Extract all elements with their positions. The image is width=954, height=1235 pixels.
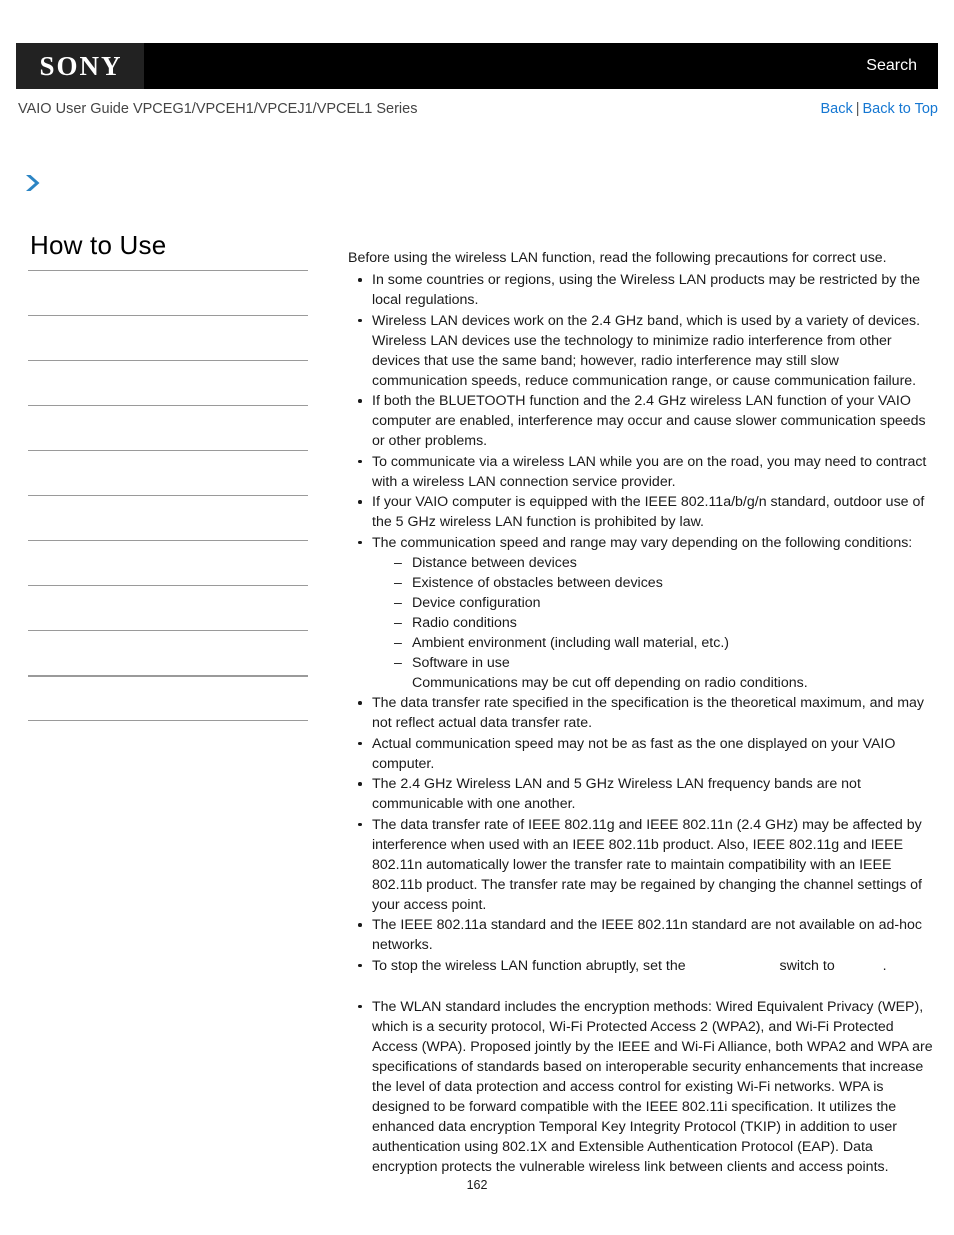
list-item: In some countries or regions, using the …: [348, 270, 934, 310]
sidebar-item-6[interactable]: [28, 495, 308, 540]
main-content: Before using the wireless LAN function, …: [348, 248, 934, 1177]
sublist-item: Device configuration: [394, 593, 934, 613]
back-link[interactable]: Back: [820, 101, 852, 117]
chevron-right-icon[interactable]: [22, 172, 44, 194]
sub-header: VAIO User Guide VPCEG1/VPCEH1/VPCEJ1/VPC…: [0, 101, 954, 125]
top-header-bar: SONY Search: [16, 43, 938, 89]
sidebar-item-5[interactable]: [28, 450, 308, 495]
sidebar-item-9[interactable]: [28, 630, 308, 675]
list-item: If both the BLUETOOTH function and the 2…: [348, 391, 934, 451]
sidebar-item-11[interactable]: [28, 720, 308, 727]
switch-text-middle: switch to: [779, 957, 835, 974]
list-spacer: [348, 976, 934, 996]
wireless-switch-image-placeholder: [690, 956, 776, 976]
sidebar-item-8[interactable]: [28, 585, 308, 630]
sidebar-item-7[interactable]: [28, 540, 308, 585]
sidebar-item-3[interactable]: [28, 360, 308, 405]
search-link[interactable]: Search: [866, 57, 917, 75]
sublist-item: Existence of obstacles between devices: [394, 573, 934, 593]
sony-logo-text: SONY: [39, 50, 123, 81]
switch-text-before: To stop the wireless LAN function abrupt…: [372, 957, 686, 974]
list-item: The data transfer rate specified in the …: [348, 693, 934, 733]
list-item: The 2.4 GHz Wireless LAN and 5 GHz Wirel…: [348, 774, 934, 814]
page-number: 162: [466, 1178, 488, 1192]
list-item: Wireless LAN devices work on the 2.4 GHz…: [348, 311, 934, 391]
sidebar-item-1[interactable]: [28, 270, 308, 315]
sublist-item: Distance between devices: [394, 553, 934, 573]
list-item: If your VAIO computer is equipped with t…: [348, 492, 934, 532]
list-item: Actual communication speed may not be as…: [348, 734, 934, 774]
sidebar-item-10[interactable]: [28, 675, 308, 720]
conditions-sublist: Distance between devices Existence of ob…: [372, 553, 934, 693]
precautions-list: In some countries or regions, using the …: [348, 270, 934, 1177]
guide-title: VAIO User Guide VPCEG1/VPCEH1/VPCEJ1/VPC…: [18, 101, 418, 117]
list-item: The data transfer rate of IEEE 802.11g a…: [348, 815, 934, 915]
list-item: To communicate via a wireless LAN while …: [348, 452, 934, 492]
list-item-switch: To stop the wireless LAN function abrupt…: [348, 956, 934, 976]
sublist-item: Radio conditions: [394, 613, 934, 633]
sublist-item: Software in use: [394, 653, 934, 673]
intro-paragraph: Before using the wireless LAN function, …: [348, 250, 887, 266]
sony-logo[interactable]: SONY: [16, 43, 144, 89]
back-to-top-link[interactable]: Back to Top: [862, 101, 938, 117]
list-item-text: The communication speed and range may va…: [372, 534, 913, 551]
header-nav-links: Back | Back to Top: [820, 101, 938, 117]
switch-text-after: .: [882, 957, 887, 974]
sidebar-item-4[interactable]: [28, 405, 308, 450]
list-item: The communication speed and range may va…: [348, 533, 934, 693]
list-item: The WLAN standard includes the encryptio…: [348, 997, 934, 1177]
page-title: How to Use: [30, 230, 167, 260]
sidebar: How to Use: [28, 228, 308, 727]
sublist-item: Ambient environment (including wall mate…: [394, 633, 934, 653]
list-item: The IEEE 802.11a standard and the IEEE 8…: [348, 915, 934, 955]
sidebar-item-2[interactable]: [28, 315, 308, 360]
off-position-image-placeholder: [839, 956, 879, 976]
sublist-note: Communications may be cut off depending …: [412, 674, 808, 691]
